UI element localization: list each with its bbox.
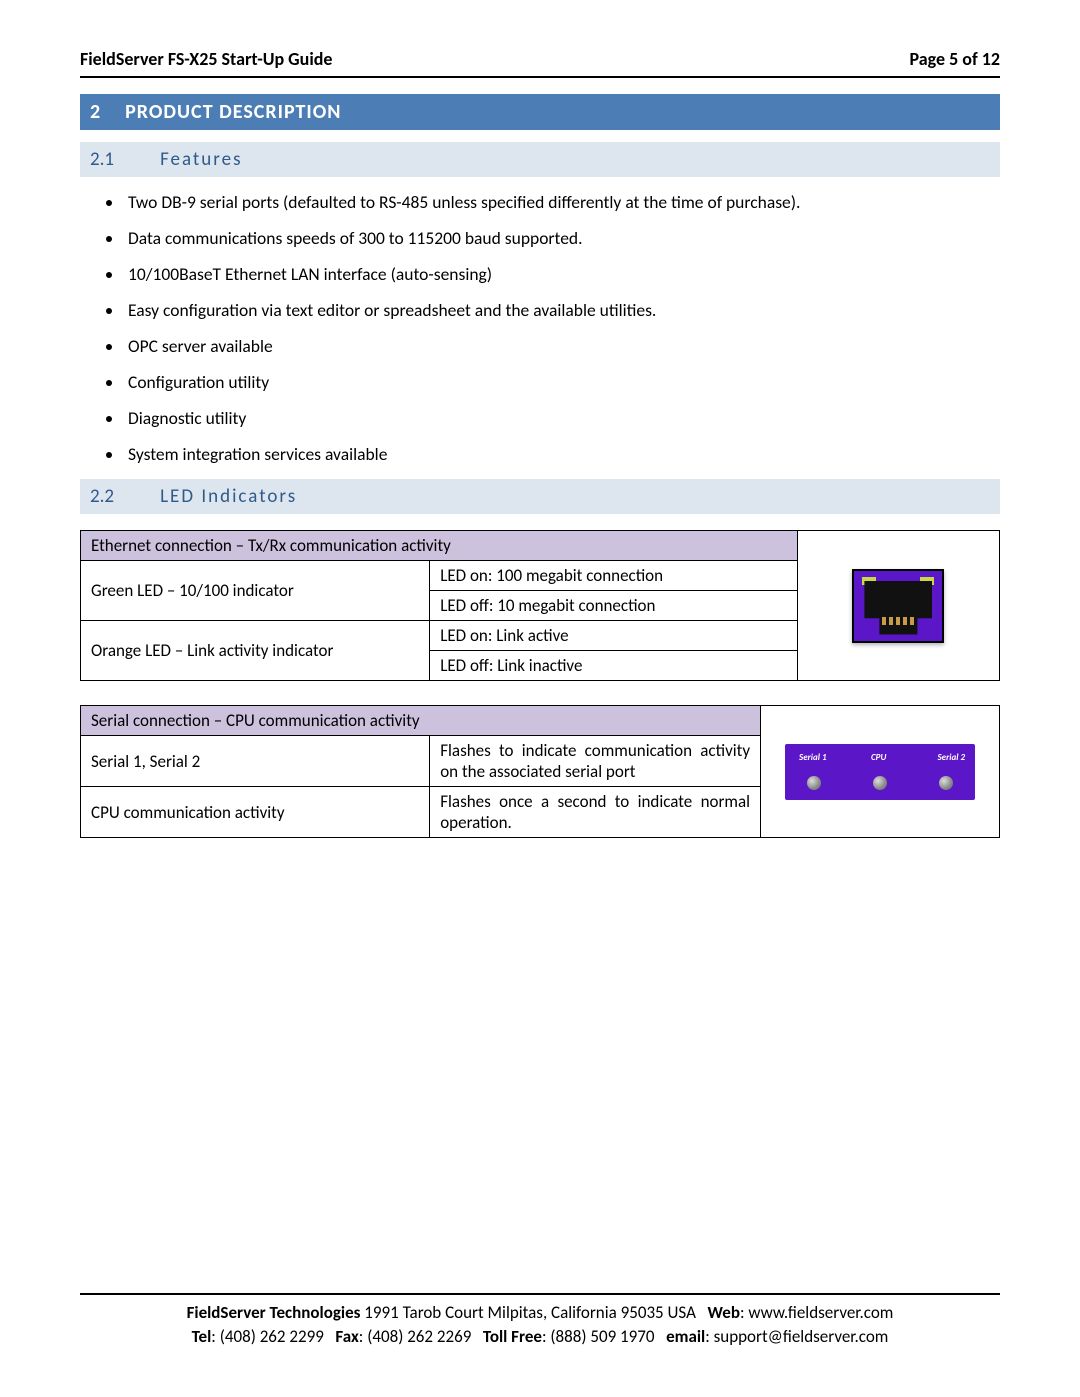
footer-tel: (408) 262 2299 [220, 1326, 324, 1347]
table-cell: LED off: Link inactive [430, 651, 798, 681]
table-cell: LED off: 10 megabit connection [430, 591, 798, 621]
table-cell: CPU communication activity [81, 787, 430, 838]
footer-tollfree-label: Toll Free [483, 1326, 542, 1347]
ethernet-led-table: Ethernet connection – Tx/Rx communicatio… [80, 530, 1000, 681]
subsection-number: 2.2 [90, 485, 114, 508]
subsection-title: Features [160, 148, 242, 171]
led-icon [873, 776, 887, 790]
section-heading: 2 PRODUCT DESCRIPTION [80, 94, 1000, 130]
subsection-number: 2.1 [90, 148, 114, 171]
subsection-title: LED Indicators [160, 485, 297, 508]
list-item: Easy configuration via text editor or sp… [124, 299, 1000, 321]
page-header: FieldServer FS-X25 Start-Up Guide Page 5… [80, 48, 1000, 78]
section-number: 2 [90, 100, 101, 124]
panel-label: Serial 1 [799, 752, 827, 763]
list-item: System integration services available [124, 443, 1000, 465]
footer-tel-label: Tel [192, 1326, 212, 1347]
subsection-led: 2.2 LED Indicators [80, 479, 1000, 514]
table-cell: Serial 1, Serial 2 [81, 736, 430, 787]
serial-panel-icon: Serial 1 CPU Serial 2 [785, 744, 975, 800]
section-title: PRODUCT DESCRIPTION [125, 100, 341, 124]
table-header: Serial connection – CPU communication ac… [81, 706, 761, 736]
serial-led-table: Serial connection – CPU communication ac… [80, 705, 1000, 838]
ethernet-port-image-cell [797, 531, 999, 681]
rj45-jack-icon [864, 581, 932, 635]
footer-company: FieldServer Technologies [187, 1302, 361, 1323]
panel-label: CPU [871, 752, 886, 763]
footer-fax: (408) 262 2269 [367, 1326, 471, 1347]
subsection-features: 2.1 Features [80, 142, 1000, 177]
ethernet-port-icon [852, 569, 944, 643]
table-cell: LED on: 100 megabit connection [430, 561, 798, 591]
serial-panel-image-cell: Serial 1 CPU Serial 2 [761, 706, 1000, 838]
led-icon [939, 776, 953, 790]
feature-list: Two DB-9 serial ports (defaulted to RS-4… [80, 191, 1000, 465]
list-item: OPC server available [124, 335, 1000, 357]
footer-web: www.fieldserver.com [748, 1302, 893, 1323]
footer-line-2: Tel: (408) 262 2299 Fax: (408) 262 2269 … [80, 1325, 1000, 1349]
page-footer: FieldServer Technologies 1991 Tarob Cour… [80, 1293, 1000, 1349]
footer-address: 1991 Tarob Court Milpitas, California 95… [364, 1302, 696, 1323]
list-item: Data communications speeds of 300 to 115… [124, 227, 1000, 249]
table-cell: Orange LED – Link activity indicator [81, 621, 430, 681]
list-item: 10/100BaseT Ethernet LAN interface (auto… [124, 263, 1000, 285]
footer-email-label: email [666, 1326, 705, 1347]
footer-tollfree: (888) 509 1970 [550, 1326, 654, 1347]
list-item: Diagnostic utility [124, 407, 1000, 429]
footer-email: support@fieldserver.com [714, 1326, 889, 1347]
list-item: Configuration utility [124, 371, 1000, 393]
page-number: Page 5 of 12 [910, 48, 1000, 70]
table-header: Ethernet connection – Tx/Rx communicatio… [81, 531, 798, 561]
footer-line-1: FieldServer Technologies 1991 Tarob Cour… [80, 1301, 1000, 1325]
document-page: FieldServer FS-X25 Start-Up Guide Page 5… [0, 0, 1080, 1397]
table-cell: Green LED – 10/100 indicator [81, 561, 430, 621]
footer-web-label: Web [707, 1302, 739, 1323]
doc-title: FieldServer FS-X25 Start-Up Guide [80, 48, 332, 70]
table-cell: Flashes to indicate communication activi… [430, 736, 761, 787]
table-cell: LED on: Link active [430, 621, 798, 651]
led-icon [807, 776, 821, 790]
table-cell: Flashes once a second to indicate normal… [430, 787, 761, 838]
panel-label: Serial 2 [937, 752, 965, 763]
footer-fax-label: Fax [335, 1326, 358, 1347]
list-item: Two DB-9 serial ports (defaulted to RS-4… [124, 191, 1000, 213]
